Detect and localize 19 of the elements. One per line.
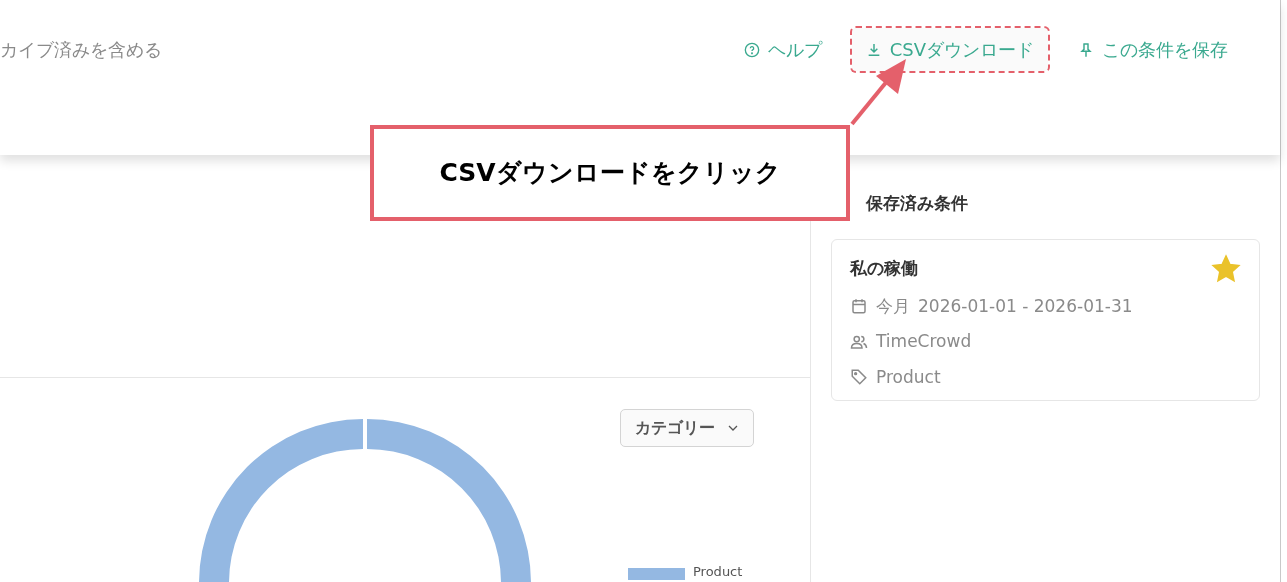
tag-icon: [850, 368, 868, 387]
archive-toggle-label: カイブ済みを含める: [0, 38, 162, 62]
saved-condition-card[interactable]: 私の稼働 今月 2026-01-01 - 2026-01-31 TimeCrowd Product: [831, 238, 1260, 401]
help-icon: [743, 41, 760, 58]
help-button[interactable]: ヘルプ: [729, 28, 836, 71]
callout-box: CSVダウンロードをクリック: [370, 125, 850, 221]
team-name: TimeCrowd: [876, 330, 972, 353]
condition-name: 私の稼働: [850, 256, 918, 280]
period-label: 今月: [876, 294, 910, 318]
download-button[interactable]: CSVダウンロード: [851, 28, 1048, 71]
tag-name: Product: [876, 365, 941, 389]
calendar-icon: [850, 297, 868, 316]
category-select[interactable]: カテゴリー: [620, 409, 754, 447]
pin-icon: [1078, 40, 1094, 59]
pin-button[interactable]: この条件を保存: [1064, 28, 1242, 71]
callout-arrow: [850, 59, 906, 126]
date-range: 2026-01-01 - 2026-01-31: [918, 294, 1133, 318]
section-title: 保存済み条件: [866, 192, 969, 215]
legend-label: Product: [693, 564, 743, 580]
